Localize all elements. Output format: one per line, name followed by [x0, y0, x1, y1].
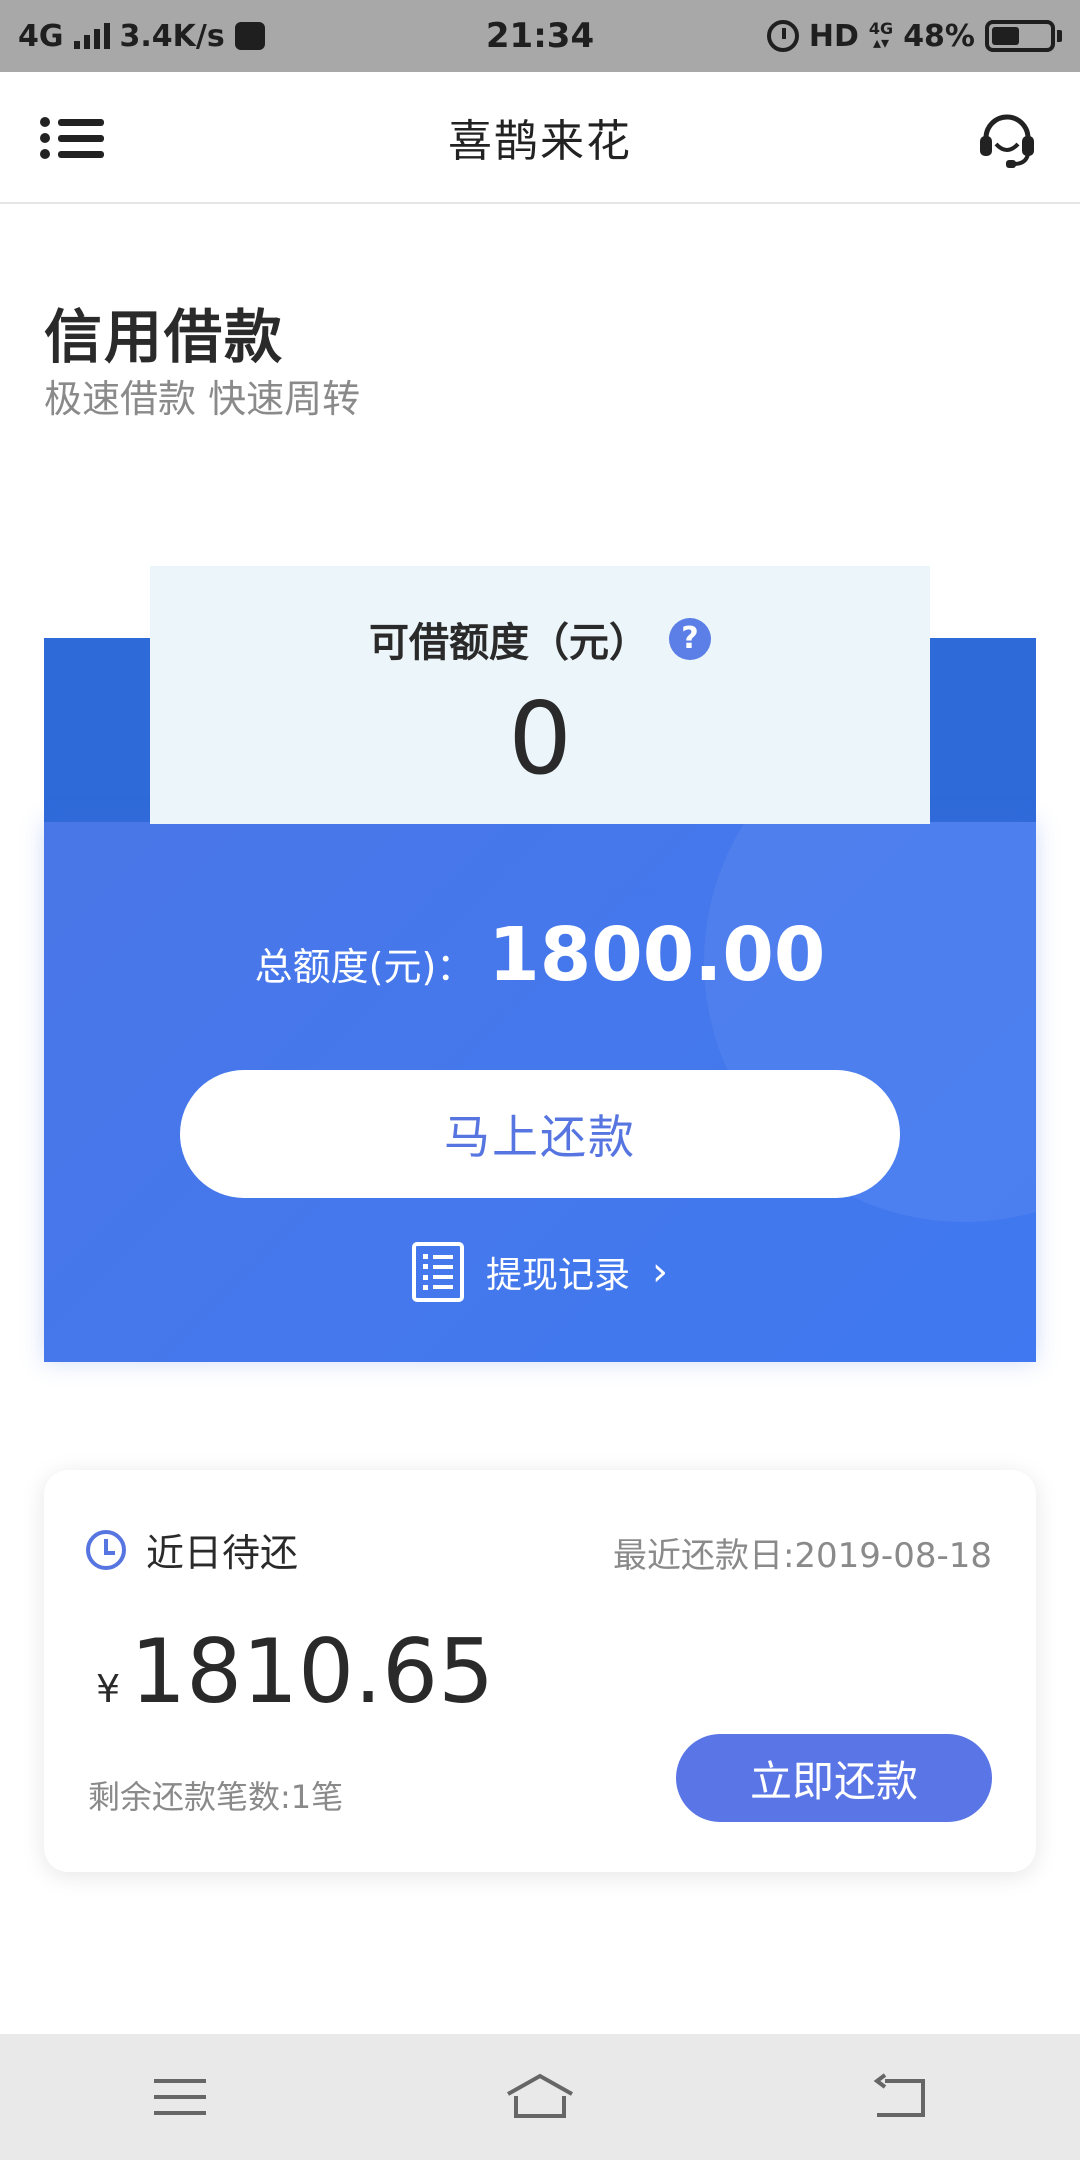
pending-repayment-card: 近日待还 最近还款日:2019-08-18 ¥ 1810.65 剩余还款笔数:1… [44, 1470, 1036, 1872]
menu-icon[interactable] [40, 114, 104, 164]
help-icon[interactable]: ? [669, 618, 711, 660]
total-limit-label: 总额度(元)： [254, 945, 475, 989]
available-limit-box: 可借额度（元） ? 0 [150, 566, 930, 824]
withdraw-records-link[interactable]: 提现记录 › [44, 1242, 1036, 1302]
repay-immediately-button[interactable]: 立即还款 [676, 1734, 992, 1822]
pending-header: 近日待还 [86, 1522, 298, 1577]
signal-icon [73, 23, 110, 49]
hd-indicator: HD [808, 18, 859, 54]
battery-icon [985, 20, 1062, 52]
battery-percent: 48% [903, 18, 975, 54]
credit-card: 总额度(元)： 1800.00 马上还款 提现记录 › [44, 822, 1036, 1362]
status-right: HD 4G ▴▾ 48% [766, 18, 1062, 54]
currency-symbol: ¥ [96, 1667, 121, 1711]
home-icon[interactable] [480, 2057, 600, 2137]
mobile-data-icon: 4G ▴▾ [868, 19, 894, 52]
withdraw-records-label: 提现记录 [485, 1255, 630, 1296]
pending-amount: ¥ 1810.65 [96, 1620, 494, 1723]
status-bar: 4G 3.4K/s 21:34 HD 4G ▴▾ 48% [0, 0, 1080, 72]
hero-title: 信用借款 [44, 303, 285, 371]
latest-repayment-date: 最近还款日:2019-08-18 [612, 1536, 992, 1576]
pending-amount-value: 1810.65 [130, 1620, 495, 1723]
pending-title: 近日待还 [146, 1531, 299, 1575]
remaining-count: 剩余还款笔数:1笔 [88, 1778, 344, 1816]
back-icon[interactable] [840, 2057, 960, 2137]
clock-icon [86, 1529, 126, 1570]
hero-subtitle: 极速借款 快速周转 [44, 377, 361, 421]
chevron-right-icon: › [652, 1249, 668, 1295]
repay-now-button[interactable]: 马上还款 [180, 1070, 900, 1198]
total-limit-value: 1800.00 [488, 912, 826, 998]
total-limit-row: 总额度(元)： 1800.00 [44, 912, 1036, 998]
available-limit-value: 0 [508, 680, 572, 797]
page-title: 喜鹊来花 [448, 116, 632, 167]
document-icon [411, 1242, 464, 1302]
status-left: 4G 3.4K/s [18, 19, 265, 54]
alarm-icon [766, 20, 799, 52]
app-header: 喜鹊来花 [0, 72, 1080, 204]
available-limit-header: 可借额度（元） ? [150, 610, 930, 668]
menu-icon[interactable] [120, 2057, 240, 2137]
network-speed: 3.4K/s [119, 18, 225, 54]
system-nav-bar [0, 2034, 1080, 2160]
network-type: 4G [18, 18, 64, 54]
available-limit-label: 可借额度（元） [369, 620, 649, 666]
headset-icon[interactable] [974, 104, 1040, 170]
notification-icon [234, 22, 265, 50]
